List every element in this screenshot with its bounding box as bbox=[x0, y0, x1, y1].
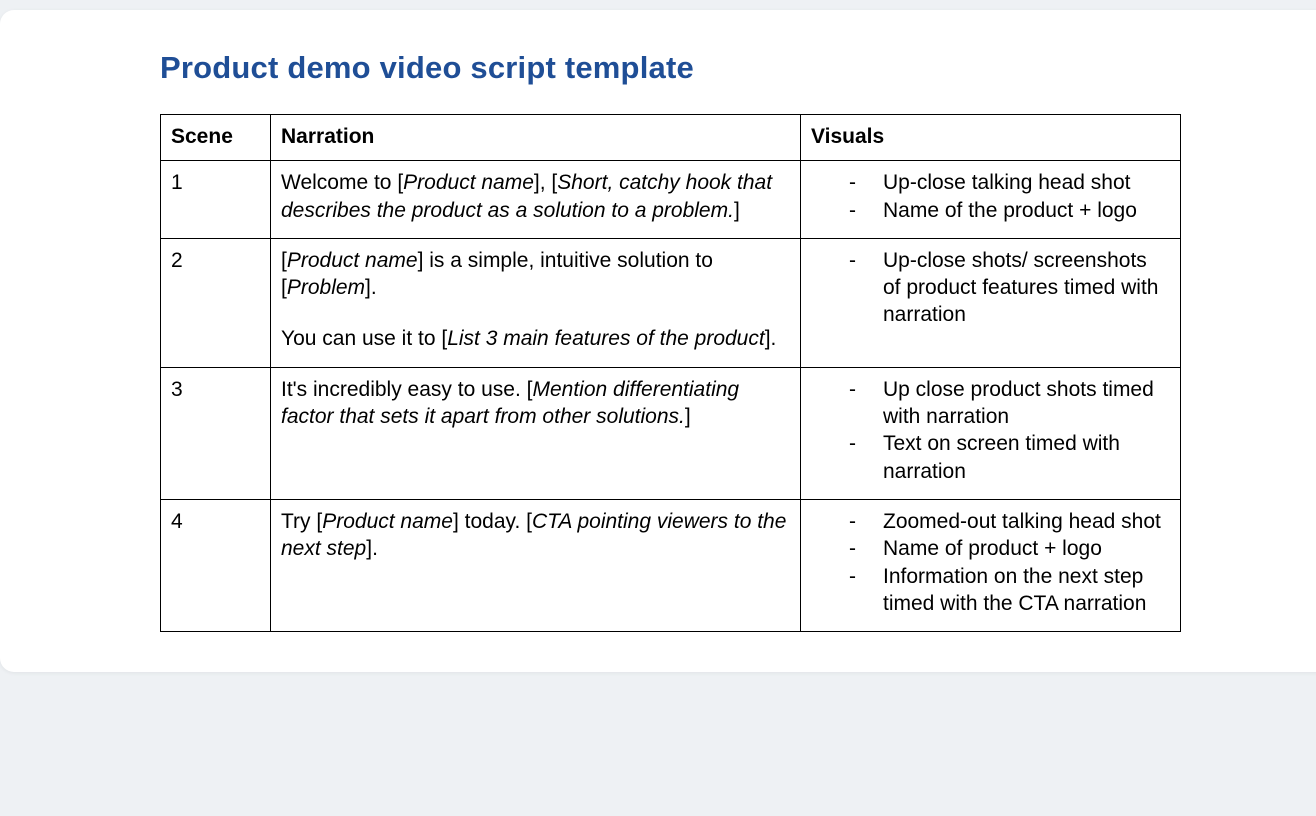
narration-paragraph: Welcome to [Product name], [Short, catch… bbox=[281, 169, 788, 224]
narration-cell: Welcome to [Product name], [Short, catch… bbox=[271, 161, 801, 239]
visuals-list: Up close product shots timed with narrat… bbox=[811, 376, 1168, 485]
narration-paragraph: [Product name] is a simple, intuitive so… bbox=[281, 247, 788, 302]
narration-cell: Try [Product name] today. [CTA pointing … bbox=[271, 499, 801, 631]
narration-cell: [Product name] is a simple, intuitive so… bbox=[271, 238, 801, 367]
visuals-item: Up-close talking head shot bbox=[843, 169, 1162, 196]
narration-paragraph: Try [Product name] today. [CTA pointing … bbox=[281, 508, 788, 563]
visuals-item: Up-close shots/ screenshots of product f… bbox=[843, 247, 1162, 329]
table-row: 1Welcome to [Product name], [Short, catc… bbox=[161, 161, 1181, 239]
visuals-item: Name of the product + logo bbox=[843, 197, 1162, 224]
narration-text: Welcome to [ bbox=[281, 171, 403, 194]
visuals-list: Up-close talking head shotName of the pr… bbox=[811, 169, 1168, 224]
visuals-item: Information on the next step timed with … bbox=[843, 563, 1162, 618]
placeholder-text: Product name bbox=[322, 510, 453, 533]
visuals-item: Text on screen timed with narration bbox=[843, 430, 1162, 485]
col-header-scene: Scene bbox=[161, 115, 271, 161]
table-row: 2[Product name] is a simple, intuitive s… bbox=[161, 238, 1181, 367]
visuals-list: Up-close shots/ screenshots of product f… bbox=[811, 247, 1168, 329]
narration-text: ]. bbox=[765, 327, 777, 350]
narration-text: ] today. [ bbox=[453, 510, 532, 533]
visuals-item: Name of product + logo bbox=[843, 535, 1162, 562]
table-header-row: Scene Narration Visuals bbox=[161, 115, 1181, 161]
narration-text: ] bbox=[734, 199, 740, 222]
narration-text: ]. bbox=[366, 537, 378, 560]
visuals-list: Zoomed-out talking head shotName of prod… bbox=[811, 508, 1168, 617]
narration-cell: It's incredibly easy to use. [Mention di… bbox=[271, 367, 801, 499]
narration-text: You can use it to [ bbox=[281, 327, 447, 350]
col-header-narration: Narration bbox=[271, 115, 801, 161]
visuals-cell: Up close product shots timed with narrat… bbox=[801, 367, 1181, 499]
narration-text: It's incredibly easy to use. [ bbox=[281, 378, 532, 401]
visuals-cell: Up-close talking head shotName of the pr… bbox=[801, 161, 1181, 239]
narration-paragraph: It's incredibly easy to use. [Mention di… bbox=[281, 376, 788, 431]
narration-text: ]. bbox=[365, 276, 377, 299]
scene-number: 4 bbox=[161, 499, 271, 631]
visuals-item: Zoomed-out talking head shot bbox=[843, 508, 1162, 535]
placeholder-text: Product name bbox=[287, 249, 418, 272]
narration-text: ] bbox=[685, 405, 691, 428]
script-table: Scene Narration Visuals 1Welcome to [Pro… bbox=[160, 114, 1181, 632]
col-header-visuals: Visuals bbox=[801, 115, 1181, 161]
placeholder-text: Product name bbox=[403, 171, 534, 194]
visuals-cell: Zoomed-out talking head shotName of prod… bbox=[801, 499, 1181, 631]
visuals-cell: Up-close shots/ screenshots of product f… bbox=[801, 238, 1181, 367]
placeholder-text: Problem bbox=[287, 276, 365, 299]
scene-number: 3 bbox=[161, 367, 271, 499]
narration-text: ], [ bbox=[534, 171, 557, 194]
table-row: 3It's incredibly easy to use. [Mention d… bbox=[161, 367, 1181, 499]
visuals-item: Up close product shots timed with narrat… bbox=[843, 376, 1162, 431]
narration-text: Try [ bbox=[281, 510, 322, 533]
placeholder-text: List 3 main features of the product bbox=[447, 327, 765, 350]
document-page: Product demo video script template Scene… bbox=[0, 10, 1316, 672]
narration-paragraph: You can use it to [List 3 main features … bbox=[281, 325, 788, 352]
table-row: 4Try [Product name] today. [CTA pointing… bbox=[161, 499, 1181, 631]
scene-number: 1 bbox=[161, 161, 271, 239]
scene-number: 2 bbox=[161, 238, 271, 367]
page-title: Product demo video script template bbox=[160, 50, 1316, 86]
